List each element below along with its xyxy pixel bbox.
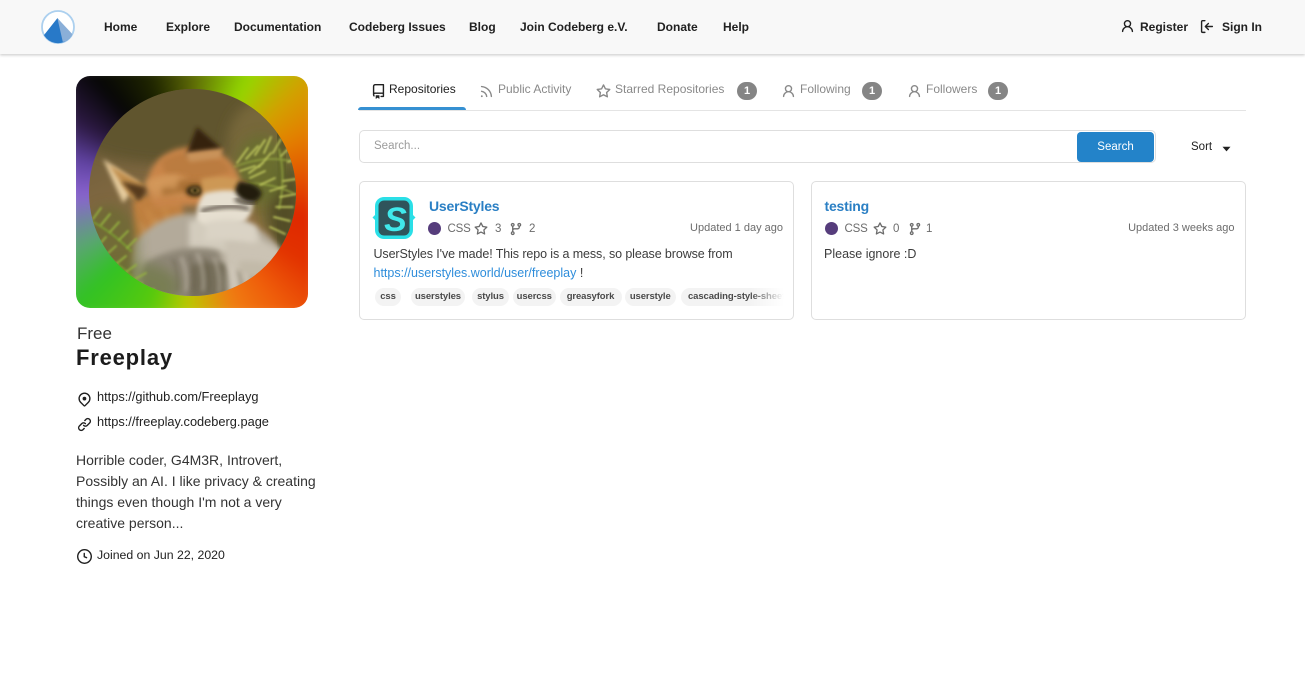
svg-text:S: S bbox=[384, 201, 407, 239]
